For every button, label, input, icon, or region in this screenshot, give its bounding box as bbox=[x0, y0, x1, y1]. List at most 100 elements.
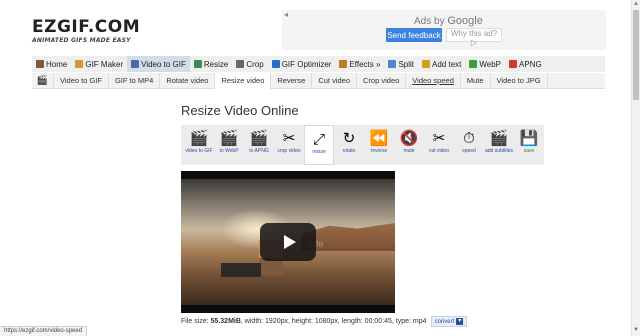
gif-maker-icon bbox=[75, 60, 84, 68]
webp-icon bbox=[469, 60, 478, 68]
nav-split[interactable]: Split bbox=[384, 56, 418, 72]
subnav-video-to-gif[interactable]: Video to GIF bbox=[54, 72, 109, 89]
subnav-rotate-video[interactable]: Rotate video bbox=[160, 72, 216, 89]
video-frame-table bbox=[221, 263, 261, 277]
tool-mute[interactable]: 🔇 mute bbox=[394, 125, 424, 165]
nav-video-to-gif[interactable]: Video to GIF bbox=[127, 56, 190, 72]
nav-label: Crop bbox=[246, 59, 264, 69]
status-bar-url: https://ezgif.com/video-speed bbox=[0, 326, 88, 336]
nav-label: Add text bbox=[432, 59, 462, 69]
tool-label: cut video bbox=[428, 148, 449, 154]
file-size: 55.32MiB bbox=[210, 318, 241, 325]
clapperboard-icon: 🎬 bbox=[189, 130, 209, 147]
tool-label: reverse bbox=[370, 148, 388, 154]
nav-add-text[interactable]: Add text bbox=[418, 56, 465, 72]
scroll-down-icon[interactable]: ▼ bbox=[633, 327, 639, 333]
subtitles-icon: 🎬 bbox=[489, 130, 509, 147]
tool-reverse[interactable]: ⏪ reverse bbox=[364, 125, 394, 165]
ezgif-logo[interactable]: EZGIF.COM ANIMATED GIFS MADE EASY bbox=[32, 18, 142, 44]
main-nav: Home GIF Maker Video to GIF Resize Crop GIF O… bbox=[32, 56, 605, 72]
nav-gif-optimizer[interactable]: GIF Optimizer bbox=[268, 56, 336, 72]
tool-cut-video[interactable]: ✂ cut video bbox=[424, 125, 454, 165]
play-icon bbox=[283, 235, 296, 249]
resize-icon bbox=[193, 60, 202, 68]
tool-to-apng[interactable]: 🎬 to APNG bbox=[244, 125, 274, 165]
scroll-thumb[interactable] bbox=[633, 10, 639, 100]
convert-label: convert bbox=[434, 318, 455, 325]
nav-resize[interactable]: Resize bbox=[190, 56, 232, 72]
convert-dropdown-icon: ▾ bbox=[456, 318, 464, 325]
crop-icon bbox=[236, 60, 245, 68]
logo-tagline: ANIMATED GIFS MADE EASY bbox=[32, 37, 131, 44]
nav-label: Home bbox=[46, 59, 68, 69]
subnav-crop-video[interactable]: Crop video bbox=[357, 72, 407, 89]
tool-add-subtitles[interactable]: 🎬 add subtitles bbox=[484, 125, 514, 165]
convert-button[interactable]: convert ▾ bbox=[430, 316, 468, 327]
video-player[interactable]: Life bbox=[181, 171, 395, 313]
why-this-ad-button[interactable]: Why this ad? ▷ bbox=[446, 28, 502, 47]
nav-apng[interactable]: APNG bbox=[505, 56, 546, 72]
subnav-mute[interactable]: Mute bbox=[461, 72, 491, 89]
page-title: Resize Video Online bbox=[181, 103, 299, 118]
resize-icon: ⤢ bbox=[312, 130, 325, 148]
tool-strip: 🎬 video to GIF 🎬 to WebP 🎬 to APNG ✂ crop video… bbox=[181, 125, 544, 165]
mute-icon: 🔇 bbox=[399, 130, 419, 147]
tool-label: save bbox=[523, 148, 535, 154]
tool-label: crop video bbox=[277, 148, 301, 154]
video-icon bbox=[131, 60, 140, 68]
tool-label: rotate bbox=[342, 148, 356, 154]
send-feedback-button[interactable]: Send feedback bbox=[386, 28, 442, 42]
home-icon bbox=[36, 60, 44, 68]
scroll-up-icon[interactable]: ▲ bbox=[633, 1, 639, 7]
rotate-icon: ↻ bbox=[342, 130, 356, 147]
subnav-resize-video[interactable]: Resize video bbox=[215, 72, 272, 89]
subnav-gif-to-mp4[interactable]: GIF to MP4 bbox=[109, 72, 161, 89]
tool-label: to APNG bbox=[249, 148, 269, 154]
nav-crop[interactable]: Crop bbox=[232, 56, 267, 72]
tool-save[interactable]: 💾 save bbox=[514, 125, 544, 165]
nav-label: Video to GIF bbox=[141, 59, 186, 69]
nav-effects[interactable]: Effects » bbox=[335, 56, 384, 72]
tool-to-webp[interactable]: 🎬 to WebP bbox=[214, 125, 244, 165]
google-label: Google bbox=[447, 15, 483, 27]
nav-label: Effects » bbox=[349, 59, 381, 69]
ad-banner: ◂ Ads by Google Send feedback Why this a… bbox=[282, 10, 606, 50]
add-text-icon bbox=[422, 60, 431, 68]
nav-label: GIF Optimizer bbox=[281, 59, 332, 69]
subnav-video-to-jpg[interactable]: Video to JPG bbox=[491, 72, 548, 89]
tool-label: resize bbox=[312, 149, 326, 155]
nav-label: APNG bbox=[519, 59, 542, 69]
apng-icon bbox=[509, 60, 518, 68]
scissors-icon: ✂ bbox=[432, 130, 446, 147]
file-info-details: , width: 1920px, height: 1080px, length:… bbox=[240, 318, 427, 325]
subnav-video-speed[interactable]: Video speed bbox=[406, 72, 461, 89]
tool-crop-video[interactable]: ✂ crop video bbox=[274, 125, 304, 165]
split-icon bbox=[388, 60, 397, 68]
ad-choices-icon[interactable]: ◂ bbox=[284, 10, 288, 19]
effects-icon bbox=[339, 60, 348, 68]
nav-gif-maker[interactable]: GIF Maker bbox=[71, 56, 127, 72]
tool-video-to-gif[interactable]: 🎬 video to GIF bbox=[184, 125, 214, 165]
vertical-scrollbar[interactable]: ▲ ▼ bbox=[631, 0, 640, 336]
tool-speed[interactable]: ⏱ speed bbox=[454, 125, 484, 165]
clapperboard-icon: 🎬 bbox=[219, 130, 239, 147]
nav-label: Split bbox=[398, 59, 415, 69]
film-icon: 🎬 bbox=[32, 72, 54, 89]
speed-icon: ⏱ bbox=[463, 129, 475, 147]
nav-label: GIF Maker bbox=[85, 59, 124, 69]
nav-home[interactable]: Home bbox=[32, 56, 71, 72]
crop-icon: ✂ bbox=[282, 130, 296, 147]
tool-label: add subtitles bbox=[484, 148, 514, 154]
ads-by-google: Ads by Google bbox=[414, 15, 483, 27]
tool-rotate[interactable]: ↻ rotate bbox=[334, 125, 364, 165]
file-info: File size: 55.32MiB , width: 1920px, hei… bbox=[181, 316, 468, 327]
reverse-icon: ⏪ bbox=[369, 130, 389, 147]
optimizer-icon bbox=[271, 60, 280, 68]
tool-label: video to GIF bbox=[185, 148, 213, 154]
play-button[interactable] bbox=[260, 223, 316, 261]
save-icon: 💾 bbox=[519, 130, 539, 147]
subnav-cut-video[interactable]: Cut video bbox=[312, 72, 358, 89]
tool-resize[interactable]: ⤢ resize bbox=[304, 125, 334, 165]
nav-webp[interactable]: WebP bbox=[465, 56, 505, 72]
subnav-reverse[interactable]: Reverse bbox=[271, 72, 313, 89]
